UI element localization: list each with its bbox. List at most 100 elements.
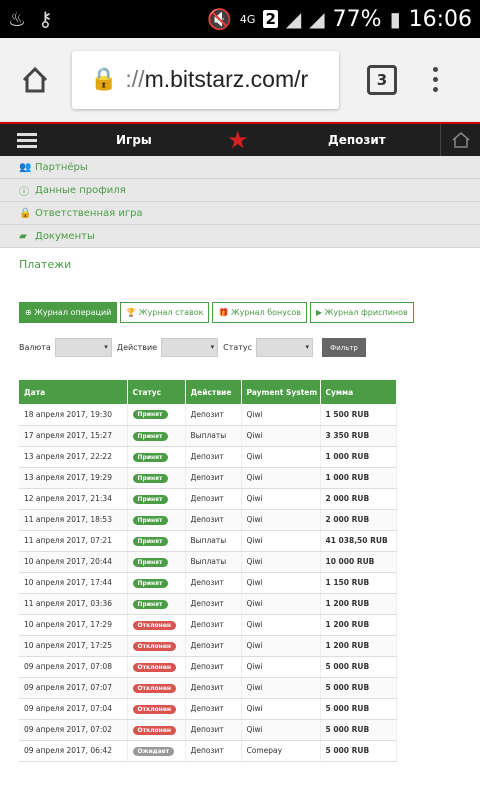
table-row: 09 апреля 2017, 07:02 Отклонен Депозит Qiwi… xyxy=(19,719,397,741)
menu-item-responsible-gaming[interactable]: 🔒 Ответственная игра xyxy=(0,202,480,225)
status-select[interactable] xyxy=(256,338,314,357)
action-label: Действие xyxy=(116,343,158,352)
cell-payment-system: Qiwi xyxy=(241,719,321,741)
cell-payment-system: Qiwi xyxy=(241,404,321,426)
table-row: 13 апреля 2017, 22:22 Принят Депозит Qiwi 1 … xyxy=(19,446,397,468)
currency-label: Валюта xyxy=(19,343,51,352)
site-home-icon[interactable] xyxy=(440,124,480,156)
table-row: 10 апреля 2017, 17:44 Принят Депозит Qiwi 1 … xyxy=(19,572,397,594)
cell-amount: 5 000 RUB xyxy=(320,719,397,741)
cell-date: 17 апреля 2017, 15:27 xyxy=(19,425,128,447)
cell-status: Отклонен xyxy=(127,698,186,720)
info-icon: ⓘ xyxy=(19,186,29,198)
cell-payment-system: Qiwi xyxy=(241,677,321,699)
status-badge: Принят xyxy=(132,578,168,588)
status-badge: Принят xyxy=(132,536,168,546)
cell-amount: 5 000 RUB xyxy=(320,656,397,678)
status-badge: Принят xyxy=(132,599,168,609)
menu-item-partners[interactable]: 👥 Партнёры xyxy=(0,156,480,179)
cell-action: Депозит xyxy=(185,446,242,468)
cell-amount: 2 000 RUB xyxy=(320,488,397,510)
cell-action: Депозит xyxy=(185,719,242,741)
cell-status: Принят xyxy=(127,446,186,468)
cell-date: 10 апреля 2017, 20:44 xyxy=(19,551,128,573)
folder-icon: ▰ xyxy=(19,230,27,242)
col-action: Действие xyxy=(185,380,242,404)
cell-action: Депозит xyxy=(185,698,242,720)
star-logo-icon[interactable]: ★ xyxy=(227,126,249,154)
col-amount: Сумма xyxy=(320,380,397,404)
cell-payment-system: Qiwi xyxy=(241,635,321,657)
tab-operations[interactable]: ⊕ Журнал операций xyxy=(19,302,118,323)
filter-button[interactable]: Фильтр xyxy=(322,338,367,357)
menu-item-label: Данные профиля xyxy=(35,184,126,196)
cell-payment-system: Qiwi xyxy=(241,446,321,468)
menu-item-documents[interactable]: ▰ Документы xyxy=(0,225,480,248)
nav-deposit[interactable]: Депозит xyxy=(328,133,386,147)
cell-status: Принят xyxy=(127,425,186,447)
cell-status: Принят xyxy=(127,551,186,573)
cell-date: 11 апреля 2017, 03:36 xyxy=(19,593,128,615)
cell-amount: 2 000 RUB xyxy=(320,509,397,531)
signal-icon: ◢ xyxy=(285,7,302,31)
status-badge: Отклонен xyxy=(132,620,177,630)
tab-bets[interactable]: 🏆 Журнал ставок xyxy=(120,302,210,323)
mute-icon: 🔇 xyxy=(207,7,232,31)
nav-games[interactable]: Игры xyxy=(116,133,152,147)
table-row: 11 апреля 2017, 18:53 Принят Депозит Qiwi 2 … xyxy=(19,509,397,531)
key-icon: ⚷ xyxy=(37,7,53,31)
hamburger-menu-icon[interactable] xyxy=(0,132,54,148)
status-badge: Отклонен xyxy=(132,683,177,693)
table-row: 09 апреля 2017, 07:04 Отклонен Депозит Qiwi… xyxy=(19,698,397,720)
cell-amount: 5 000 RUB xyxy=(320,740,397,762)
cell-payment-system: Qiwi xyxy=(241,425,321,447)
address-bar[interactable]: 🔒 ://m.bitstarz.com/r xyxy=(72,50,339,109)
cell-status: Ожидает xyxy=(127,740,186,762)
tab-freespins[interactable]: ▶ Журнал фриспинов xyxy=(310,302,414,323)
account-menu: 👥 Партнёры ⓘ Данные профиля 🔒 Ответствен… xyxy=(0,156,480,248)
tab-switcher-button[interactable]: 3 xyxy=(367,64,397,95)
tab-bonuses[interactable]: 🎁 Журнал бонусов xyxy=(212,302,308,323)
page-title: Платежи xyxy=(19,258,72,271)
table-row: 11 апреля 2017, 07:21 Принят Выплаты Qiwi 41… xyxy=(19,530,397,552)
status-badge: Принят xyxy=(132,557,168,567)
table-row: 10 апреля 2017, 20:44 Принят Выплаты Qiwi 10… xyxy=(19,551,397,573)
cell-date: 10 апреля 2017, 17:44 xyxy=(19,572,128,594)
sim-indicator: 2 xyxy=(263,10,278,28)
currency-select[interactable] xyxy=(54,338,112,357)
status-badge: Отклонен xyxy=(132,725,177,735)
cell-payment-system: Comepay xyxy=(241,740,321,762)
table-row: 11 апреля 2017, 03:36 Принят Депозит Qiwi 1 … xyxy=(19,593,397,615)
cell-status: Принят xyxy=(127,488,186,510)
cell-amount: 1 150 RUB xyxy=(320,572,397,594)
cell-date: 11 апреля 2017, 07:21 xyxy=(19,530,128,552)
cell-action: Депозит xyxy=(185,488,242,510)
status-bar: ♨ ⚷ 🔇 4G 2 ◢ ◢ 77% ▮ 16:06 xyxy=(0,0,480,38)
menu-item-profile[interactable]: ⓘ Данные профиля xyxy=(0,179,480,202)
cell-date: 11 апреля 2017, 18:53 xyxy=(19,509,128,531)
cell-action: Депозит xyxy=(185,572,242,594)
cell-amount: 3 350 RUB xyxy=(320,425,397,447)
cell-action: Депозит xyxy=(185,635,242,657)
cell-action: Выплаты xyxy=(185,425,242,447)
table-row: 18 апреля 2017, 19:30 Принят Депозит Qiwi 1 … xyxy=(19,404,397,426)
table-row: 09 апреля 2017, 07:07 Отклонен Депозит Qiwi… xyxy=(19,677,397,699)
col-status: Статус xyxy=(127,380,186,404)
cell-amount: 1 200 RUB xyxy=(320,593,397,615)
cell-date: 09 апреля 2017, 07:02 xyxy=(19,719,128,741)
cell-amount: 41 038,50 RUB xyxy=(320,530,397,552)
cell-payment-system: Qiwi xyxy=(241,551,321,573)
status-badge: Принят xyxy=(132,431,168,441)
menu-item-label: Партнёры xyxy=(35,161,88,173)
table-row: 10 апреля 2017, 17:25 Отклонен Депозит Qiwi… xyxy=(19,635,397,657)
cell-status: Отклонен xyxy=(127,656,186,678)
action-select[interactable] xyxy=(161,338,219,357)
table-row: 10 апреля 2017, 17:29 Отклонен Депозит Qiwi… xyxy=(19,614,397,636)
overflow-menu-icon[interactable] xyxy=(433,67,438,92)
cell-status: Принят xyxy=(127,467,186,489)
clock: 16:06 xyxy=(408,6,472,32)
col-payment-system: Payment System xyxy=(241,380,321,404)
home-icon[interactable] xyxy=(10,55,60,105)
people-icon: 👥 xyxy=(19,161,32,173)
gift-icon: 🎁 xyxy=(218,308,231,317)
